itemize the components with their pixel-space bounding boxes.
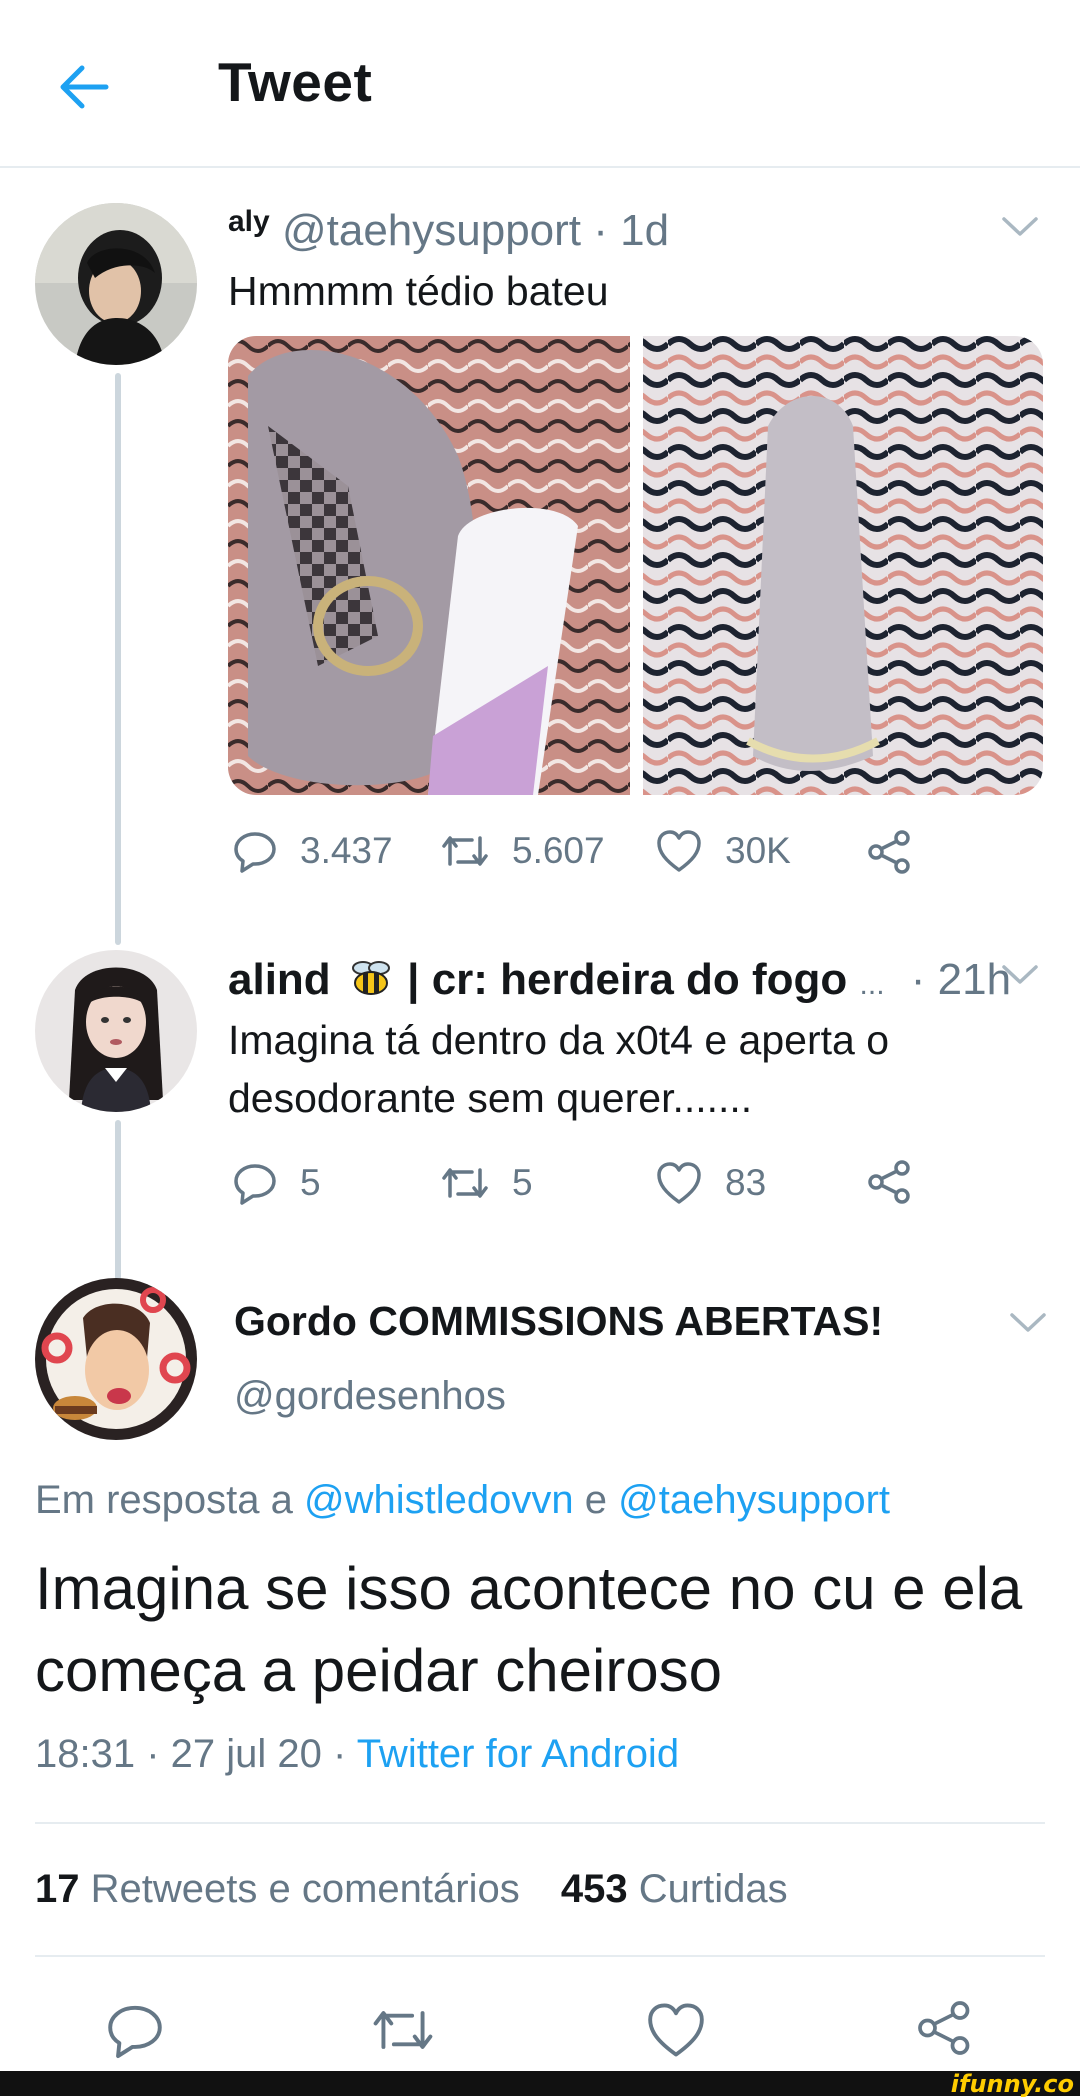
tweet-header: alind | cr: herdeira do fogo ... · 21h — [228, 955, 1011, 1005]
avatar-gordo[interactable] — [35, 1278, 197, 1440]
likes-stat[interactable]: 453 Curtidas — [561, 1867, 788, 1911]
like-icon — [648, 2003, 704, 2057]
reply-count: 5 — [300, 1162, 321, 1203]
back-arrow-icon — [60, 65, 109, 109]
back-button[interactable] — [50, 52, 120, 122]
user-handle[interactable]: @gordesenhos — [234, 1374, 506, 1419]
reply-button[interactable] — [105, 2000, 165, 2065]
user-name[interactable]: aly — [228, 205, 270, 238]
page-title: Tweet — [218, 51, 373, 113]
user-handle[interactable]: @taehysupport — [282, 206, 581, 255]
main-tweet-text: Imagina se isso acontece no cu e ela com… — [35, 1555, 1023, 1704]
reply-icon — [234, 832, 276, 873]
reply-context: Em resposta a @whistledovvn e @taehysupp… — [35, 1478, 890, 1523]
tweet-time: · 1d — [593, 206, 670, 255]
name-ellipsis: ... — [859, 968, 885, 1001]
chevron-down-icon[interactable] — [1008, 1310, 1048, 1336]
retweet-count: 5.607 — [512, 830, 605, 871]
display-name[interactable]: Gordo COMMISSIONS ABERTAS! — [234, 1298, 883, 1345]
user-name-suffix[interactable]: | cr: herdeira do fogo — [407, 955, 847, 1004]
likes-label: Curtidas — [638, 1867, 788, 1911]
avatar-aly[interactable] — [35, 203, 197, 365]
like-count: 83 — [725, 1162, 767, 1203]
like-icon — [657, 830, 701, 872]
likes-count: 453 — [560, 1867, 628, 1911]
reply-count: 3.437 — [300, 830, 393, 871]
watermark: ifunny.co — [950, 2070, 1074, 2098]
retweet-icon — [373, 2011, 433, 2049]
like-action[interactable]: 30K — [655, 828, 791, 874]
share-icon — [918, 2001, 970, 2055]
reply-prefix: Em resposta a — [35, 1478, 293, 1522]
retweet-action[interactable]: 5 — [440, 1160, 533, 1206]
avatar-alind[interactable] — [35, 950, 197, 1112]
share-action[interactable] — [866, 828, 936, 876]
divider — [35, 1822, 1045, 1824]
reply-action[interactable]: 3.437 — [232, 828, 393, 874]
top-bar: Tweet — [0, 0, 1080, 168]
retweet-button[interactable] — [370, 2000, 436, 2065]
share-icon — [868, 1160, 910, 1204]
reply-and: e — [584, 1478, 607, 1522]
like-count: 30K — [725, 830, 791, 871]
chevron-down-icon[interactable] — [1000, 962, 1040, 988]
share-button[interactable] — [915, 1998, 975, 2063]
reply-mention-link[interactable]: @whistledovvn — [304, 1478, 574, 1522]
reply-icon — [234, 1164, 276, 1205]
retweets-label: Retweets e comentários — [90, 1867, 520, 1911]
bee-emoji-icon — [351, 961, 390, 995]
source-link[interactable]: Twitter for Android — [357, 1732, 679, 1776]
engagement-stats: 17 Retweets e comentários 453 Curtidas — [35, 1867, 788, 1912]
timestamp: 18:31 · 27 jul 20 · — [35, 1732, 347, 1776]
chevron-down-icon[interactable] — [1000, 214, 1040, 240]
retweets-stat[interactable]: 17 Retweets e comentários — [35, 1867, 531, 1911]
reply-icon — [108, 2005, 162, 2059]
reply-action[interactable]: 5 — [232, 1160, 321, 1206]
divider — [35, 1955, 1045, 1957]
share-icon — [868, 830, 910, 874]
tweet-text: Imagina tá dentro da x0t4 e aperta o des… — [228, 1017, 890, 1121]
tweet-media[interactable] — [228, 336, 1043, 795]
retweet-icon — [442, 836, 488, 866]
thread-line — [115, 373, 121, 945]
like-action[interactable]: 83 — [655, 1160, 766, 1206]
tweet-time: · 21h — [910, 955, 1012, 1004]
like-button[interactable] — [645, 2000, 707, 2065]
retweet-icon — [442, 1168, 488, 1198]
retweet-count: 5 — [512, 1162, 533, 1203]
thread-line — [115, 1120, 121, 1280]
tweet-text: Hmmmm tédio bateu — [228, 268, 609, 314]
tweet-header: aly @taehysupport · 1d — [228, 205, 669, 256]
reply-mention-link[interactable]: @taehysupport — [618, 1478, 890, 1522]
like-icon — [657, 1162, 701, 1204]
user-name[interactable]: alind — [228, 955, 331, 1004]
tweet-meta: 18:31 · 27 jul 20 · Twitter for Android — [35, 1732, 679, 1777]
retweet-action[interactable]: 5.607 — [440, 828, 605, 874]
watermark-bar — [0, 2071, 1080, 2096]
retweets-count: 17 — [35, 1867, 80, 1911]
share-action[interactable] — [866, 1158, 936, 1206]
